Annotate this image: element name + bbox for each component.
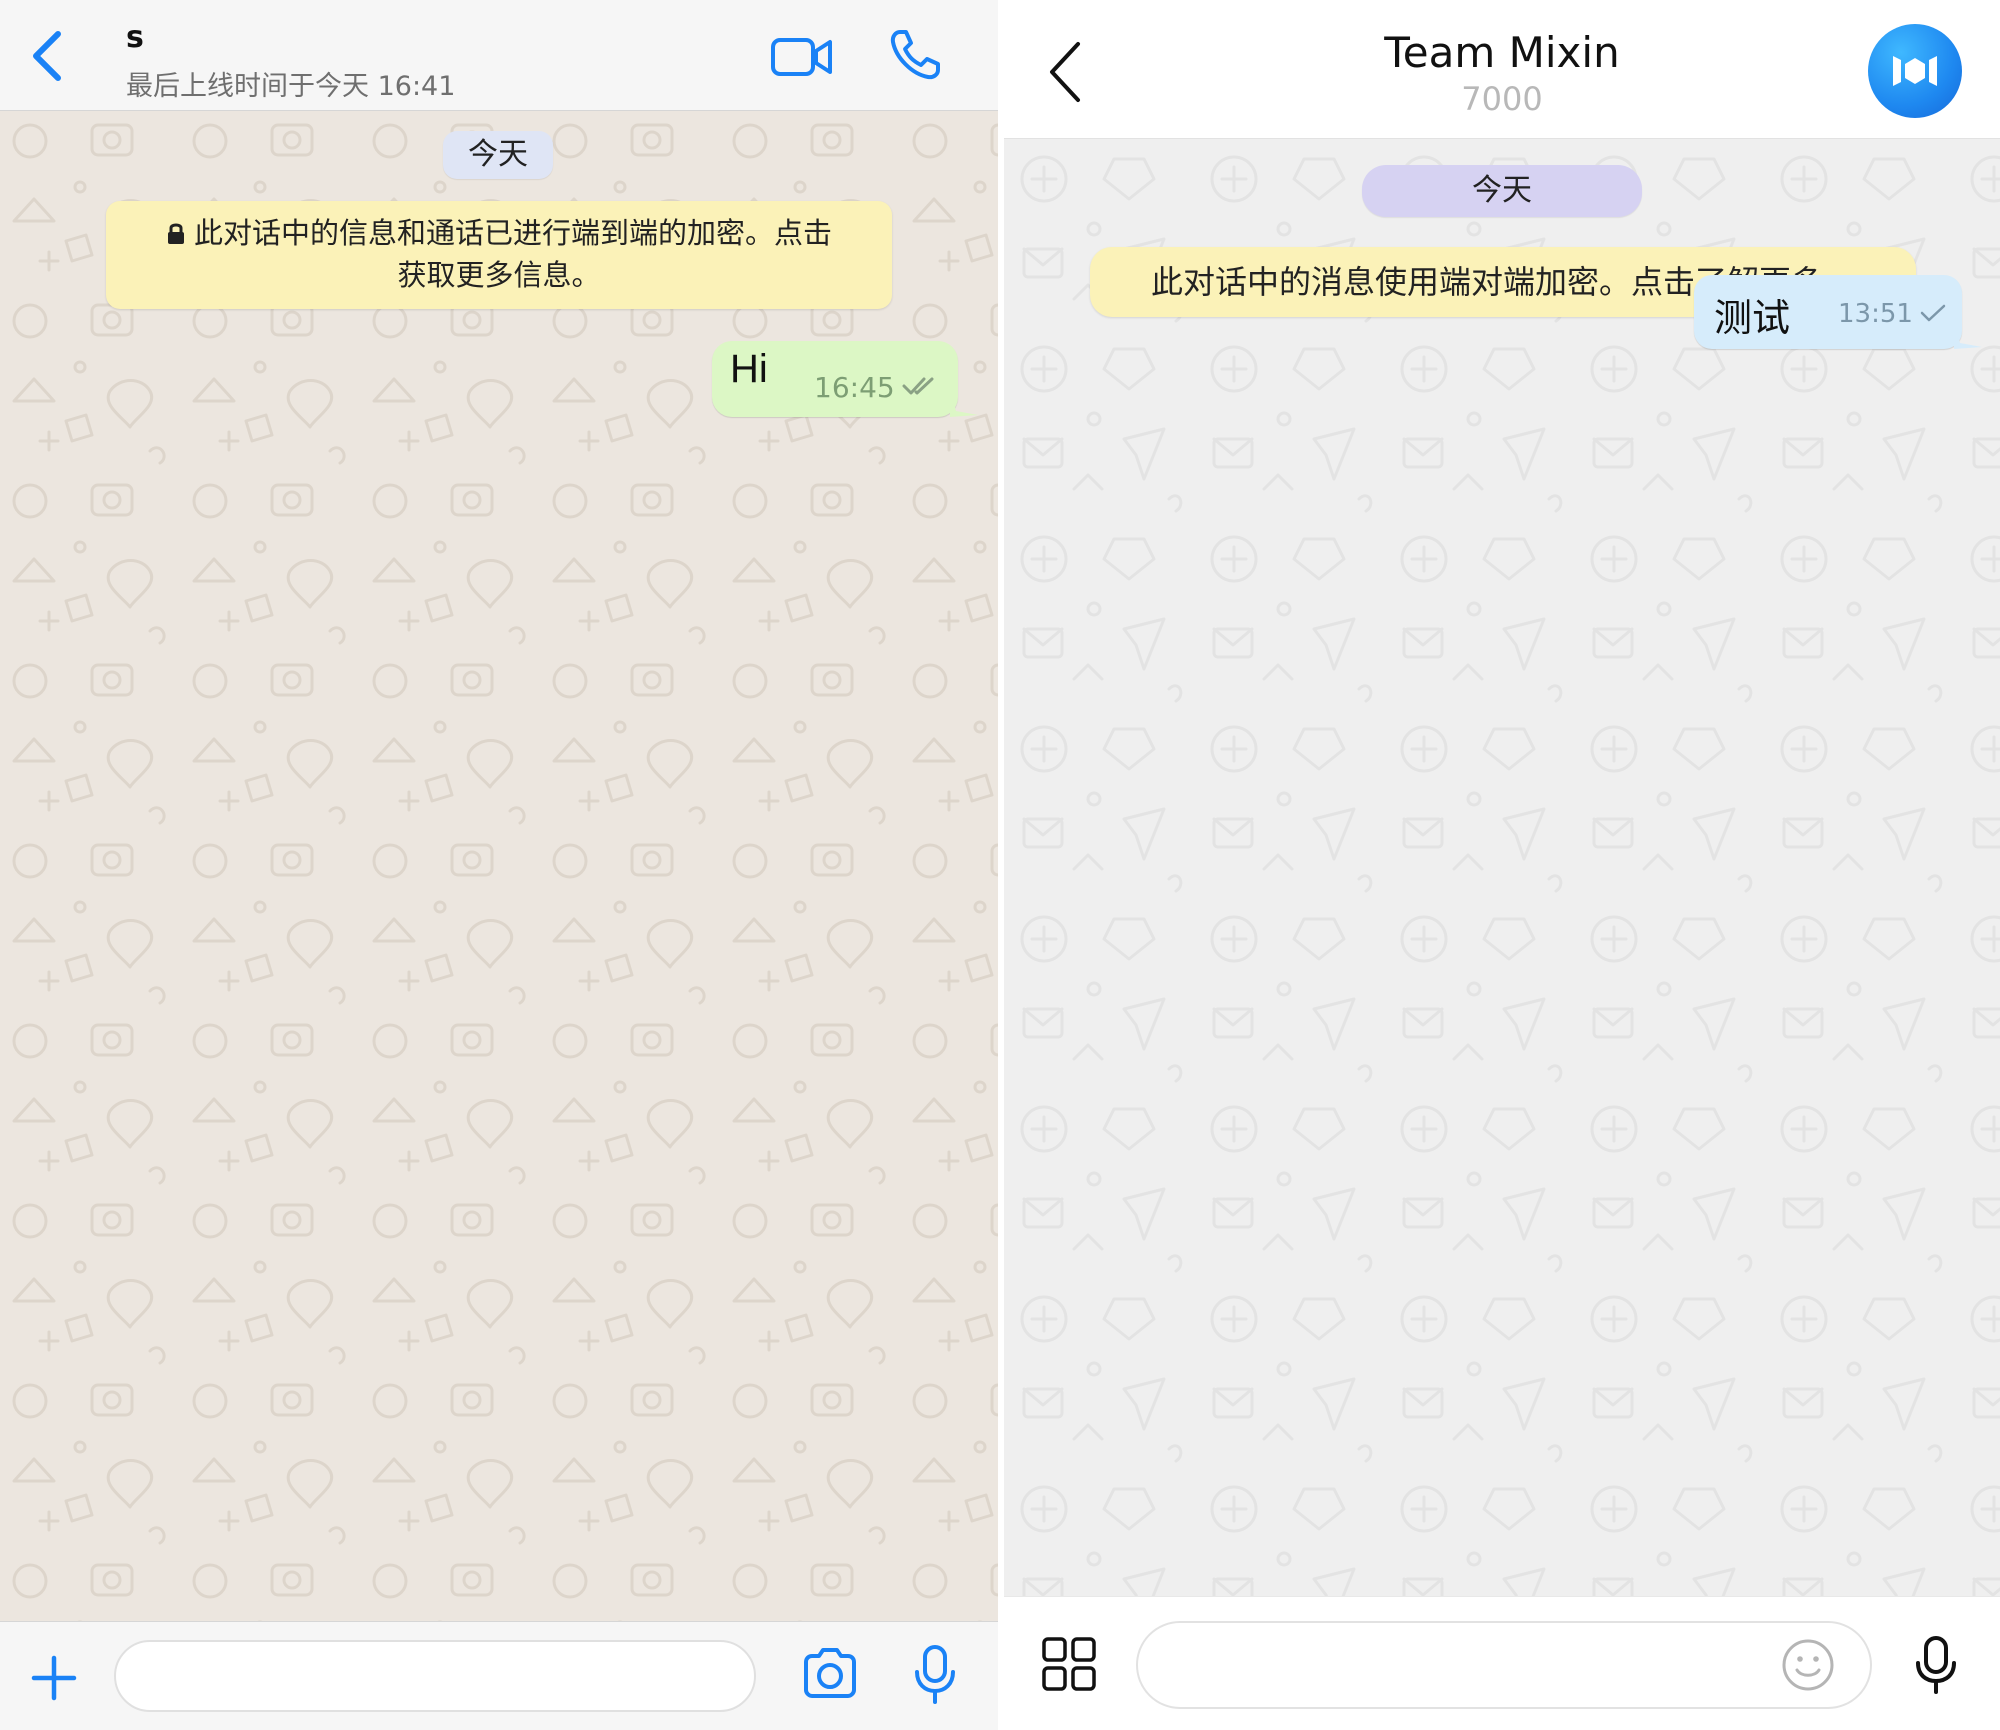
- last-seen-status: 最后上线时间于今天 16:41: [126, 71, 456, 102]
- camera-icon[interactable]: [802, 1648, 858, 1698]
- microphone-icon[interactable]: [912, 1644, 958, 1706]
- mixin-logo-avatar[interactable]: [1868, 24, 1962, 118]
- app-grid-icon[interactable]: [1042, 1637, 1096, 1691]
- mixin-panel: Team Mixin 7000 今天 此对话中的消息使用端对端加密。点击了解更多…: [1004, 0, 2000, 1730]
- whatsapp-panel: s 最后上线时间于今天 16:41 今天 此对话中的信息和通话已进行端到端的加密…: [0, 0, 998, 1730]
- check-icon: [1920, 303, 1946, 323]
- mixin-header: Team Mixin 7000: [1004, 0, 2000, 139]
- bubble-tail: [950, 391, 978, 417]
- message-timestamp: 16:45: [814, 371, 895, 404]
- encryption-notice-line1: 此对话中的信息和通话已进行端到端的加密。点击: [193, 216, 832, 250]
- lock-icon: [166, 215, 186, 255]
- mixin-logo-icon: [1893, 56, 1937, 86]
- outgoing-message-bubble[interactable]: Hi 16:45: [712, 341, 958, 417]
- video-camera-icon[interactable]: [770, 36, 834, 80]
- whatsapp-header: s 最后上线时间于今天 16:41: [0, 0, 998, 111]
- microphone-icon[interactable]: [1914, 1635, 1958, 1695]
- double-check-icon: [902, 375, 940, 397]
- contact-name[interactable]: s: [126, 20, 144, 55]
- back-chevron-icon[interactable]: [28, 30, 68, 82]
- bubble-tail: [1954, 323, 1982, 349]
- chat-wallpaper: [0, 111, 998, 1621]
- phone-icon[interactable]: [888, 26, 944, 82]
- chat-wallpaper: [1004, 139, 2000, 1596]
- message-input[interactable]: [114, 1640, 756, 1712]
- conversation-id: 7000: [1461, 80, 1543, 118]
- date-separator: 今天: [1362, 165, 1642, 217]
- mixin-chat-area[interactable]: 今天 此对话中的消息使用端对端加密。点击了解更多。 测试 13:51: [1004, 139, 2000, 1596]
- message-timestamp: 13:51: [1838, 299, 1913, 329]
- conversation-title[interactable]: Team Mixin: [1004, 28, 2000, 77]
- mixin-input-bar: [1004, 1596, 2000, 1730]
- encryption-notice-line2: 获取更多信息。: [397, 258, 601, 292]
- app-root: s 最后上线时间于今天 16:41 今天 此对话中的信息和通话已进行端到端的加密…: [0, 0, 2000, 1730]
- outgoing-message-bubble[interactable]: 测试 13:51: [1694, 275, 1962, 349]
- message-text: Hi: [730, 347, 768, 391]
- whatsapp-input-bar: [0, 1621, 998, 1730]
- date-separator: 今天: [443, 131, 553, 179]
- whatsapp-chat-area[interactable]: 今天 此对话中的信息和通话已进行端到端的加密。点击 获取更多信息。 Hi 16:…: [0, 111, 998, 1621]
- message-text: 测试: [1714, 296, 1791, 340]
- plus-icon[interactable]: [30, 1654, 78, 1702]
- smiley-icon[interactable]: [1780, 1637, 1836, 1693]
- message-input[interactable]: [1136, 1621, 1872, 1709]
- encryption-notice[interactable]: 此对话中的信息和通话已进行端到端的加密。点击 获取更多信息。: [106, 201, 892, 309]
